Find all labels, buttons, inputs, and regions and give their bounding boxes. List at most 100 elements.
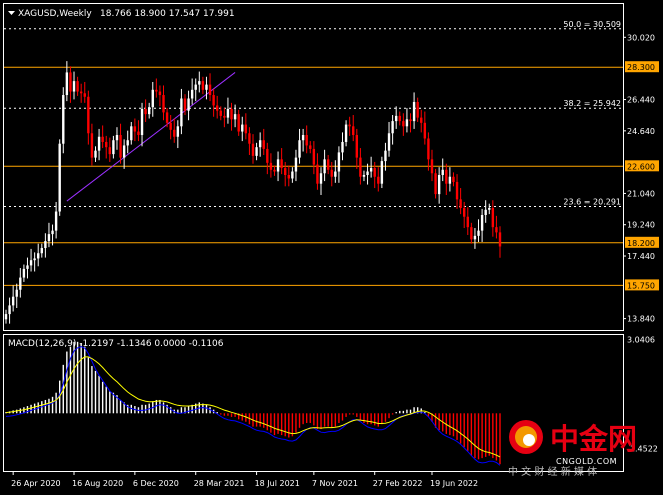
candle[interactable]: [495, 227, 498, 233]
candle[interactable]: [40, 248, 43, 254]
candle[interactable]: [309, 145, 312, 149]
candle[interactable]: [169, 122, 172, 130]
candle[interactable]: [208, 84, 212, 96]
candle[interactable]: [448, 176, 452, 184]
candle[interactable]: [319, 173, 323, 184]
candle[interactable]: [452, 176, 455, 182]
candle[interactable]: [373, 168, 376, 177]
candle[interactable]: [122, 145, 126, 158]
candle[interactable]: [112, 140, 115, 155]
candle[interactable]: [305, 135, 308, 146]
candle[interactable]: [44, 241, 47, 249]
candle[interactable]: [441, 169, 444, 175]
candle[interactable]: [366, 171, 369, 175]
candle[interactable]: [255, 147, 258, 156]
candle[interactable]: [334, 171, 337, 177]
candle[interactable]: [369, 168, 373, 172]
candle[interactable]: [237, 114, 240, 132]
candle[interactable]: [362, 175, 366, 177]
candle[interactable]: [348, 124, 351, 127]
candle[interactable]: [423, 122, 427, 139]
candle[interactable]: [377, 176, 380, 184]
candle[interactable]: [258, 140, 262, 148]
candle[interactable]: [147, 107, 151, 115]
candle[interactable]: [291, 171, 294, 179]
candle[interactable]: [248, 133, 251, 144]
candle[interactable]: [480, 214, 484, 231]
candle[interactable]: [344, 124, 348, 142]
candle[interactable]: [216, 105, 219, 111]
candle[interactable]: [22, 268, 26, 278]
candle[interactable]: [72, 81, 76, 92]
candle[interactable]: [173, 129, 176, 137]
candle[interactable]: [158, 91, 162, 96]
candle[interactable]: [316, 164, 319, 184]
candle[interactable]: [176, 126, 180, 137]
candle[interactable]: [162, 95, 165, 113]
candle[interactable]: [201, 81, 205, 90]
candle[interactable]: [470, 227, 473, 240]
candle[interactable]: [119, 135, 122, 158]
candle[interactable]: [420, 117, 423, 123]
candle[interactable]: [165, 112, 169, 123]
candle[interactable]: [183, 98, 187, 111]
candle[interactable]: [434, 173, 437, 195]
candle[interactable]: [226, 108, 230, 118]
candle[interactable]: [230, 108, 233, 120]
candle[interactable]: [484, 209, 487, 215]
candle[interactable]: [62, 95, 65, 144]
candle[interactable]: [140, 108, 144, 136]
candle[interactable]: [133, 126, 137, 132]
candle[interactable]: [108, 147, 112, 155]
candle[interactable]: [155, 89, 158, 92]
chart-canvas[interactable]: 50.0 = 30.50938.2 = 25.94223.6 = 20.291 …: [0, 0, 663, 491]
candle[interactable]: [69, 72, 72, 92]
candle[interactable]: [473, 235, 477, 240]
candle[interactable]: [180, 98, 183, 127]
candle[interactable]: [405, 119, 409, 127]
candle[interactable]: [47, 234, 51, 242]
candle[interactable]: [241, 124, 244, 132]
candle[interactable]: [137, 131, 140, 136]
candle[interactable]: [244, 124, 248, 134]
candle[interactable]: [301, 135, 305, 141]
candle[interactable]: [212, 95, 215, 106]
candle[interactable]: [477, 230, 480, 236]
candle[interactable]: [51, 230, 54, 235]
candle[interactable]: [15, 289, 18, 297]
candle[interactable]: [380, 161, 384, 184]
candle[interactable]: [97, 136, 101, 151]
candle[interactable]: [466, 216, 469, 228]
candle[interactable]: [151, 89, 154, 108]
candle[interactable]: [416, 101, 419, 118]
candle[interactable]: [427, 138, 430, 160]
candle[interactable]: [387, 133, 391, 151]
candle[interactable]: [94, 150, 97, 158]
candle[interactable]: [198, 81, 201, 85]
candle[interactable]: [323, 159, 326, 174]
candle[interactable]: [130, 126, 133, 141]
candle[interactable]: [352, 126, 355, 136]
candle[interactable]: [298, 140, 301, 158]
candle[interactable]: [326, 159, 330, 170]
candle[interactable]: [29, 260, 33, 266]
candle[interactable]: [37, 253, 40, 259]
candle[interactable]: [126, 140, 129, 146]
candle[interactable]: [337, 152, 341, 172]
candle[interactable]: [190, 89, 194, 99]
candle[interactable]: [455, 181, 459, 200]
candle[interactable]: [355, 135, 359, 158]
symbol-dropdown-icon[interactable]: [8, 11, 15, 15]
candle[interactable]: [312, 148, 316, 165]
trading-chart[interactable]: 50.0 = 30.509 38.2 = 25.942 23.6 = 20.291 …: [0, 0, 663, 491]
candle[interactable]: [115, 135, 119, 141]
candle[interactable]: [83, 93, 86, 97]
candle[interactable]: [233, 114, 237, 120]
candle[interactable]: [280, 159, 283, 169]
candle[interactable]: [430, 159, 434, 174]
candle[interactable]: [409, 119, 412, 122]
candle[interactable]: [11, 296, 15, 306]
candle[interactable]: [412, 101, 416, 122]
candle[interactable]: [394, 115, 398, 122]
candle[interactable]: [76, 81, 79, 92]
